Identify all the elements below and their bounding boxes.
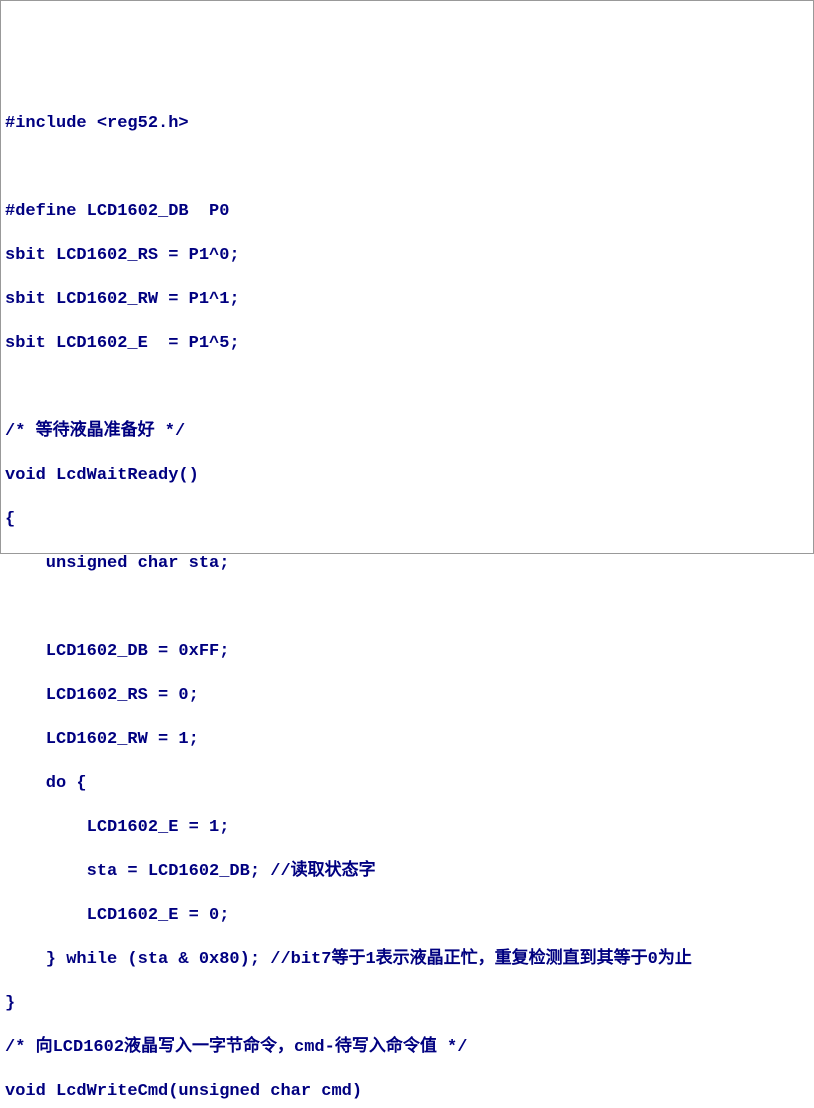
code-line: void LcdWaitReady() xyxy=(5,465,809,487)
code-line: unsigned char sta; xyxy=(5,553,809,575)
code-line: sbit LCD1602_RW = P1^1; xyxy=(5,289,809,311)
code-editor-viewport: #include <reg52.h> #define LCD1602_DB P0… xyxy=(1,89,813,1108)
code-line: sbit LCD1602_RS = P1^0; xyxy=(5,245,809,267)
code-line: /* 向LCD1602液晶写入一字节命令，cmd-待写入命令值 */ xyxy=(5,1037,809,1059)
code-line: sbit LCD1602_E = P1^5; xyxy=(5,333,809,355)
code-line: } while (sta & 0x80); //bit7等于1表示液晶正忙，重复… xyxy=(5,949,809,971)
code-line: { xyxy=(5,509,809,531)
code-line: sta = LCD1602_DB; //读取状态字 xyxy=(5,861,809,883)
code-line: LCD1602_RW = 1; xyxy=(5,729,809,751)
code-line: #define LCD1602_DB P0 xyxy=(5,201,809,223)
code-line: } xyxy=(5,993,809,1015)
code-line: LCD1602_RS = 0; xyxy=(5,685,809,707)
code-line: LCD1602_DB = 0xFF; xyxy=(5,641,809,663)
code-line: do { xyxy=(5,773,809,795)
code-line xyxy=(5,597,809,619)
code-line: /* 等待液晶准备好 */ xyxy=(5,421,809,443)
code-line xyxy=(5,377,809,399)
code-line: LCD1602_E = 0; xyxy=(5,905,809,927)
code-line: void LcdWriteCmd(unsigned char cmd) xyxy=(5,1081,809,1103)
code-line: #include <reg52.h> xyxy=(5,113,809,135)
code-line: LCD1602_E = 1; xyxy=(5,817,809,839)
code-line xyxy=(5,157,809,179)
